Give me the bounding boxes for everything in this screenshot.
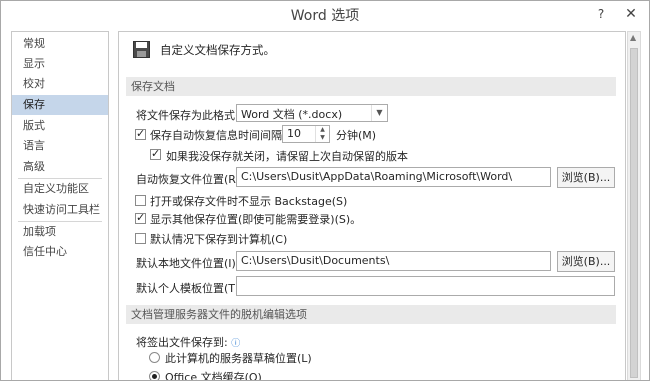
show-additional-places-label: 显示其他保存位置(即使可能需要登录)(S)。 bbox=[150, 213, 362, 226]
nav-item-display[interactable]: 显示 bbox=[12, 54, 108, 74]
nav-item-layout[interactable]: 版式 bbox=[12, 116, 108, 136]
info-icon: ⓘ bbox=[231, 339, 241, 349]
save-format-value: Word 文档 (*.docx) bbox=[241, 108, 343, 121]
title-bar: Word 选项 ? ✕ bbox=[1, 1, 649, 29]
browse-local-button[interactable]: 浏览(B)... bbox=[557, 251, 615, 272]
page-description: 自定义文档保存方式。 bbox=[160, 43, 275, 57]
save-to-computer-label: 默认情况下保存到计算机(C) bbox=[150, 233, 288, 246]
template-path-label: 默认个人模板位置(T): bbox=[136, 282, 244, 295]
nav-item-addins[interactable]: 加载项 bbox=[12, 222, 108, 242]
spin-up-icon[interactable]: ▲ bbox=[315, 126, 329, 134]
minutes-label: 分钟(M) bbox=[336, 129, 377, 142]
no-backstage-label: 打开或保存文件时不显示 Backstage(S) bbox=[150, 195, 348, 208]
window-title: Word 选项 bbox=[290, 8, 360, 24]
chevron-down-icon: ▼ bbox=[371, 105, 387, 121]
spin-down-icon[interactable]: ▼ bbox=[315, 134, 329, 142]
local-path-field[interactable]: C:\Users\Dusit\Documents\ bbox=[236, 251, 551, 271]
autorecover-minutes-value: 10 bbox=[287, 127, 301, 140]
save-options-panel: 自定义文档保存方式。 保存文档 将文件保存为此格式(F): Word 文档 (*… bbox=[118, 31, 626, 381]
nav-item-quick-access-toolbar[interactable]: 快速访问工具栏 bbox=[12, 200, 108, 220]
nav-item-language[interactable]: 语言 bbox=[12, 136, 108, 156]
nav-item-proofing[interactable]: 校对 bbox=[12, 74, 108, 94]
save-to-computer-checkbox[interactable] bbox=[135, 233, 146, 244]
word-options-window: Word 选项 ? ✕ 常规 显示 校对 保存 版式 语言 高级 自定义功能区 … bbox=[0, 0, 650, 381]
nav-item-save[interactable]: 保存 bbox=[12, 95, 108, 115]
show-additional-places-checkbox[interactable] bbox=[135, 211, 146, 224]
server-drafts-radio[interactable] bbox=[149, 352, 160, 363]
vertical-scrollbar[interactable]: ▲ bbox=[627, 31, 641, 380]
browse-autorecover-button[interactable]: 浏览(B)... bbox=[557, 167, 615, 188]
floppy-disk-icon bbox=[133, 41, 150, 58]
autorecover-label: 保存自动恢复信息时间间隔(A) bbox=[150, 129, 299, 142]
keep-last-version-label: 如果我没保存就关闭，请保留上次自动保留的版本 bbox=[166, 150, 408, 163]
help-button[interactable]: ? bbox=[590, 4, 612, 24]
scroll-up-icon[interactable]: ▲ bbox=[630, 33, 636, 42]
nav-item-advanced[interactable]: 高级 bbox=[12, 157, 108, 177]
autorecover-path-field[interactable]: C:\Users\Dusit\AppData\Roaming\Microsoft… bbox=[236, 167, 551, 187]
autorecover-minutes-spinner[interactable]: 10 ▲ ▼ bbox=[282, 125, 330, 143]
save-format-dropdown[interactable]: Word 文档 (*.docx) ▼ bbox=[236, 104, 388, 122]
section-header-offline-editing: 文档管理服务器文件的脱机编辑选项 bbox=[126, 305, 616, 324]
checkout-location-label: 将签出文件保存到: ⓘ bbox=[136, 334, 240, 350]
office-cache-label: Office 文档缓存(O) bbox=[165, 371, 262, 381]
autorecover-checkbox[interactable] bbox=[135, 127, 146, 140]
nav-item-trust-center[interactable]: 信任中心 bbox=[12, 242, 108, 262]
server-drafts-label: 此计算机的服务器草稿位置(L) bbox=[165, 352, 312, 365]
nav-item-customize-ribbon[interactable]: 自定义功能区 bbox=[12, 179, 108, 199]
checkout-location-text: 将签出文件保存到: bbox=[136, 336, 228, 349]
section-header-save-documents: 保存文档 bbox=[126, 77, 616, 96]
no-backstage-checkbox[interactable] bbox=[135, 195, 146, 206]
template-path-field[interactable] bbox=[236, 276, 615, 296]
autorecover-path-label: 自动恢复文件位置(R): bbox=[136, 173, 244, 186]
local-path-label: 默认本地文件位置(I): bbox=[136, 257, 240, 270]
keep-last-version-checkbox[interactable] bbox=[150, 147, 161, 160]
close-icon[interactable]: ✕ bbox=[620, 4, 642, 24]
options-nav: 常规 显示 校对 保存 版式 语言 高级 自定义功能区 快速访问工具栏 加载项 … bbox=[11, 31, 109, 380]
nav-item-general[interactable]: 常规 bbox=[12, 34, 108, 54]
scrollbar-thumb[interactable] bbox=[630, 48, 638, 378]
